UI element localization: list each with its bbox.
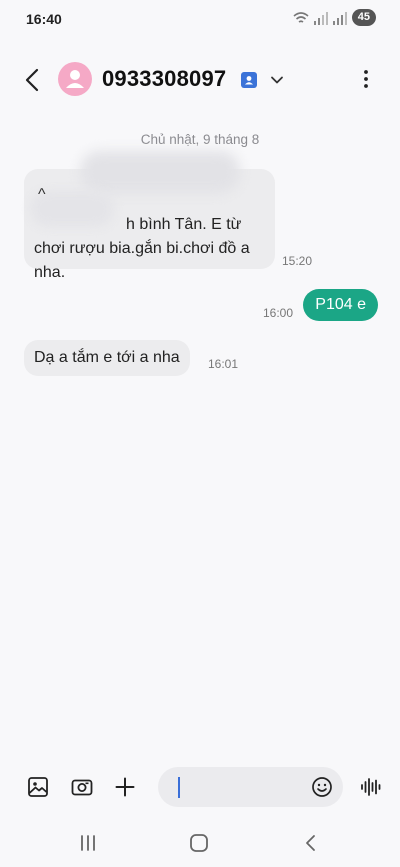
status-icons: 45	[293, 9, 376, 26]
recents-icon	[77, 833, 99, 853]
gallery-button[interactable]	[26, 775, 50, 799]
plus-icon	[113, 775, 137, 799]
nav-back-button[interactable]	[300, 833, 322, 853]
message-time: 16:00	[263, 306, 294, 320]
more-options-button[interactable]	[362, 68, 370, 90]
signal-icon-1	[313, 11, 328, 25]
more-vertical-icon	[362, 68, 370, 90]
contact-name[interactable]: 0933308097	[102, 66, 226, 92]
back-arrow-icon	[20, 66, 46, 94]
incoming-message-bubble[interactable]: Dạ a tắm e tới a nha	[24, 340, 190, 376]
status-time: 16:40	[26, 11, 62, 27]
message-input[interactable]	[158, 767, 343, 807]
text-caret	[178, 777, 180, 798]
back-button[interactable]	[20, 66, 46, 94]
camera-icon	[70, 775, 94, 799]
wifi-icon	[293, 11, 309, 25]
signal-icon-2	[332, 11, 347, 25]
incoming-message-bubble[interactable]: ^ h bình Tân. E từ chơi rượu bia.gắn bi.…	[24, 151, 275, 281]
emoji-icon	[311, 776, 333, 798]
message-text: P104 e	[315, 296, 366, 313]
person-icon	[58, 62, 92, 96]
conversation-header: 0933308097	[0, 52, 400, 108]
recents-button[interactable]	[77, 833, 99, 853]
gallery-icon	[26, 775, 50, 799]
message-composer	[0, 762, 400, 812]
voice-record-button[interactable]	[359, 775, 383, 799]
contact-card-icon[interactable]	[241, 72, 257, 88]
battery-badge: 45	[351, 9, 376, 26]
home-button[interactable]	[188, 833, 210, 853]
date-separator: Chủ nhật, 9 tháng 8	[140, 132, 260, 147]
add-attachment-button[interactable]	[113, 775, 137, 799]
message-text: Dạ a tắm e tới a nha	[34, 349, 180, 366]
expand-contact-button[interactable]	[268, 71, 286, 89]
voice-waveform-icon	[359, 775, 383, 799]
camera-button[interactable]	[70, 775, 94, 799]
nav-back-icon	[300, 833, 322, 853]
outgoing-message-bubble[interactable]: P104 e	[303, 289, 378, 321]
avatar[interactable]	[58, 62, 92, 96]
system-navigation-bar	[0, 825, 400, 861]
message-time: 16:01	[208, 357, 239, 371]
chevron-down-icon	[268, 71, 286, 89]
status-bar: 16:40 45	[0, 0, 400, 36]
message-time: 15:20	[282, 254, 313, 268]
blur-redaction	[80, 151, 240, 193]
emoji-button[interactable]	[311, 776, 333, 798]
message-fragment: ^	[38, 186, 46, 203]
home-icon	[188, 833, 210, 853]
